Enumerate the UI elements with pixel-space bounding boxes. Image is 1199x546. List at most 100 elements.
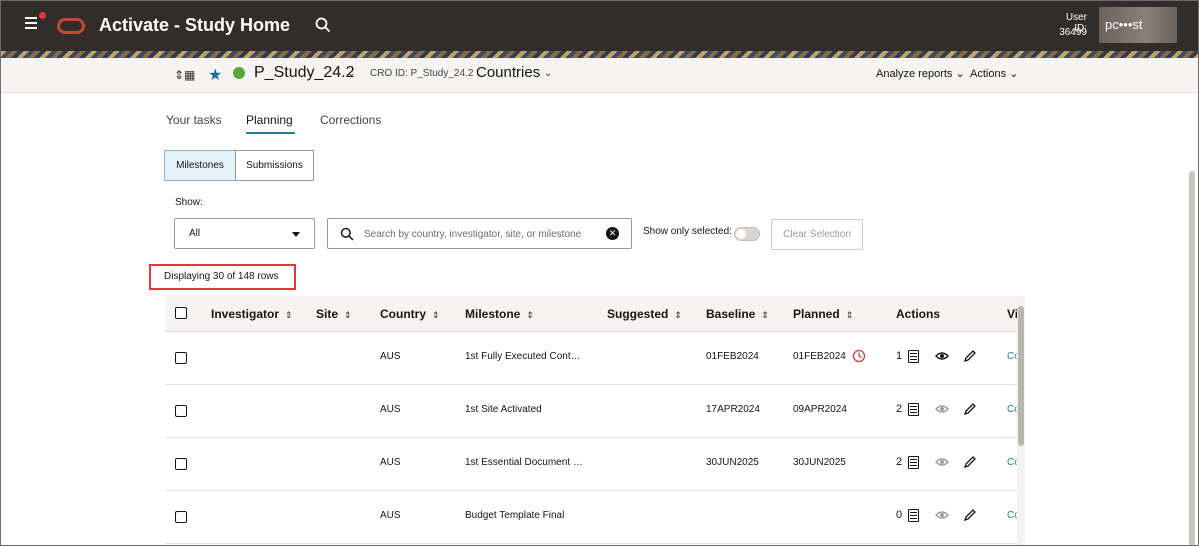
country-cell: AUS: [380, 404, 401, 415]
study-selector[interactable]: P_Study_24.2: [254, 64, 355, 82]
country-cell: AUS: [380, 510, 401, 521]
table-row[interactable]: AUS 1st Site Activated 17APR2024 09APR20…: [165, 385, 1021, 438]
milestone-cell: Budget Template Final: [465, 510, 565, 521]
table-row[interactable]: AUS 1st Essential Document … 30JUN2025 3…: [165, 438, 1021, 491]
col-planned[interactable]: Planned ⇕: [793, 307, 853, 321]
milestones-button[interactable]: Milestones: [164, 150, 236, 181]
user-name: pc•••st: [1105, 17, 1143, 32]
col-country-label: Country: [380, 307, 426, 321]
study-status-icon: [233, 67, 245, 79]
sort-icon[interactable]: ⇕: [285, 310, 293, 320]
sort-icon[interactable]: ⇕: [526, 310, 534, 320]
milestones-table: Investigator ⇕ Site ⇕ Country ⇕ Milestone ⇕ …: [165, 296, 1021, 545]
col-investigator-label: Investigator: [211, 307, 280, 321]
col-actions: Actions: [896, 307, 941, 321]
switch-view-icon[interactable]: ⇕▦: [174, 68, 195, 82]
edit-pencil-icon[interactable]: [963, 508, 977, 522]
actions-menu[interactable]: Actions ⌄: [970, 67, 1018, 80]
tab-corrections[interactable]: Corrections: [320, 113, 381, 127]
col-site[interactable]: Site ⇕: [316, 307, 352, 321]
table-row[interactable]: AUS 1st Fully Executed Cont… 01FEB2024 0…: [165, 332, 1021, 385]
show-select-value: All: [189, 228, 201, 239]
notes-icon[interactable]: [908, 456, 919, 469]
col-milestone[interactable]: Milestone ⇕: [465, 307, 534, 321]
edit-pencil-icon[interactable]: [963, 349, 977, 363]
milestone-cell: 1st Essential Document …: [465, 457, 583, 468]
col-baseline-label: Baseline: [706, 307, 756, 321]
comment-count: 0: [896, 509, 903, 521]
comment-count: 1: [896, 350, 903, 362]
submissions-button[interactable]: Submissions: [235, 150, 314, 181]
baseline-cell: 30JUN2025: [706, 457, 759, 468]
show-only-selected-label: Show only selected:: [643, 226, 732, 237]
top-bar: Activate - Study Home User ID: 36499 pc•…: [1, 1, 1198, 51]
clear-selection-button[interactable]: Clear Selection: [771, 219, 863, 250]
app-title: Activate - Study Home: [99, 15, 291, 35]
menu-icon[interactable]: [25, 17, 39, 31]
search-input[interactable]: [364, 225, 604, 243]
sort-icon[interactable]: ⇕: [846, 310, 854, 320]
row-checkbox[interactable]: [175, 458, 187, 470]
clear-search-icon[interactable]: ✕: [606, 227, 619, 240]
overdue-clock-icon: [852, 349, 866, 363]
search-box[interactable]: ✕: [327, 218, 632, 249]
row-checkbox[interactable]: [175, 352, 187, 364]
chevron-down-icon[interactable]: ⌄: [347, 68, 355, 79]
study-context-bar: ⇕▦ ★ P_Study_24.2 ⌄ CRO ID: P_Study_24.2…: [1, 58, 1198, 93]
search-icon[interactable]: [315, 17, 331, 33]
table-row[interactable]: AUS Budget Template Final 0 Co: [165, 491, 1021, 544]
row-checkbox[interactable]: [175, 511, 187, 523]
col-baseline[interactable]: Baseline ⇕: [706, 307, 769, 321]
page-scrollbar[interactable]: [1189, 171, 1195, 545]
active-tab-indicator: [246, 132, 295, 134]
country-cell: AUS: [380, 457, 401, 468]
actions-label: Actions: [970, 68, 1007, 80]
row-checkbox[interactable]: [175, 405, 187, 417]
select-all-checkbox[interactable]: [175, 307, 187, 319]
view-eye-icon[interactable]: [935, 510, 949, 520]
show-select[interactable]: All: [174, 218, 315, 249]
notification-dot-icon: [39, 12, 46, 19]
comment-count: 2: [896, 403, 903, 415]
show-only-selected-toggle[interactable]: [734, 227, 760, 241]
planned-cell: 09APR2024: [793, 404, 847, 415]
tab-your-tasks[interactable]: Your tasks: [166, 113, 222, 127]
sort-icon[interactable]: ⇕: [674, 310, 682, 320]
table-scrollbar-thumb[interactable]: [1018, 306, 1024, 446]
sort-icon[interactable]: ⇕: [344, 310, 352, 320]
row-count-label: Displaying 30 of 148 rows: [149, 264, 296, 290]
view-eye-icon[interactable]: [935, 457, 949, 467]
table-header: Investigator ⇕ Site ⇕ Country ⇕ Milestone ⇕ …: [165, 296, 1021, 332]
user-id-value: 36499: [1059, 27, 1087, 38]
notes-icon[interactable]: [908, 509, 919, 522]
analyze-reports-label: Analyze reports: [876, 68, 953, 80]
caret-down-icon: [292, 232, 300, 237]
col-investigator[interactable]: Investigator ⇕: [211, 307, 293, 321]
col-site-label: Site: [316, 307, 339, 321]
view-eye-icon[interactable]: [935, 404, 949, 414]
milestone-cell: 1st Site Activated: [465, 404, 542, 415]
sort-icon[interactable]: ⇕: [432, 310, 440, 320]
tab-planning[interactable]: Planning: [246, 113, 293, 127]
baseline-cell: 01FEB2024: [706, 351, 759, 362]
cro-id: CRO ID: P_Study_24.2: [370, 68, 474, 79]
col-suggested-label: Suggested: [607, 307, 669, 321]
favorite-star-icon[interactable]: ★: [208, 65, 222, 85]
view-eye-icon[interactable]: [935, 351, 949, 361]
col-milestone-label: Milestone: [465, 307, 521, 321]
sort-icon[interactable]: ⇕: [761, 310, 769, 320]
col-suggested[interactable]: Suggested ⇕: [607, 307, 682, 321]
col-country[interactable]: Country ⇕: [380, 307, 440, 321]
comment-count: 2: [896, 456, 903, 468]
analyze-reports-menu[interactable]: Analyze reports ⌄: [876, 67, 965, 80]
edit-pencil-icon[interactable]: [963, 455, 977, 469]
chevron-down-icon[interactable]: ⌄: [544, 68, 552, 79]
search-icon: [340, 227, 354, 241]
notes-icon[interactable]: [908, 350, 919, 363]
edit-pencil-icon[interactable]: [963, 402, 977, 416]
scope-selector[interactable]: Countries: [476, 64, 540, 81]
show-label: Show:: [175, 197, 203, 208]
notes-icon[interactable]: [908, 403, 919, 416]
country-cell: AUS: [380, 351, 401, 362]
planned-cell: 01FEB2024: [793, 351, 846, 362]
